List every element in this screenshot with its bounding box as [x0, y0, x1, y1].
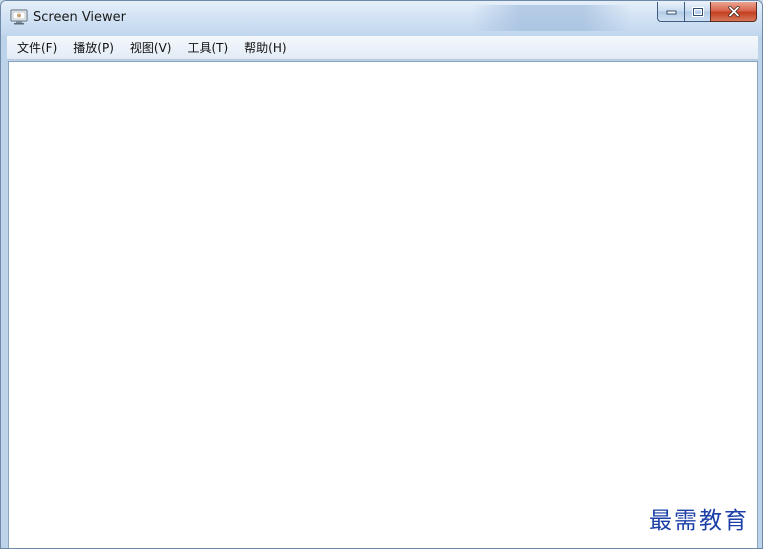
menu-help[interactable]: 帮助(H) [238, 37, 292, 58]
title-bar-blur [471, 5, 631, 31]
menu-tools[interactable]: 工具(T) [181, 37, 234, 58]
window-controls [657, 2, 757, 22]
close-button[interactable] [710, 2, 757, 22]
minimize-icon [666, 10, 676, 14]
menu-bar: 文件(F) 播放(P) 视图(V) 工具(T) 帮助(H) [7, 36, 758, 60]
maximize-button[interactable] [684, 2, 710, 22]
viewer-area[interactable]: 最需教育 [8, 61, 758, 548]
watermark-text: 最需教育 [649, 508, 749, 534]
maximize-icon [691, 6, 704, 17]
title-bar[interactable]: Screen Viewer [1, 1, 762, 35]
menu-view[interactable]: 视图(V) [124, 37, 178, 58]
window-title: Screen Viewer [33, 10, 127, 25]
menu-play[interactable]: 播放(P) [67, 37, 120, 58]
menu-file[interactable]: 文件(F) [11, 37, 63, 58]
close-icon [727, 6, 740, 17]
app-window: Screen Viewer 文件(F) 播放(P) 视图(V) 工具(T) 帮助… [0, 0, 763, 549]
monitor-icon[interactable] [10, 9, 28, 25]
minimize-button[interactable] [657, 2, 684, 22]
